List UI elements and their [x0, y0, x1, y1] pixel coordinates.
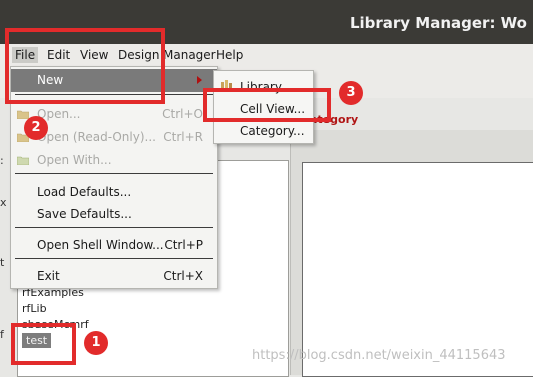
- folder-icon: [16, 108, 30, 120]
- left-stub-1: :: [0, 154, 4, 167]
- annotation-badge-2: 2: [24, 116, 48, 140]
- annotation-box-cell-view: [203, 88, 331, 122]
- menu-item-exit[interactable]: Exit Ctrl+X: [11, 265, 217, 287]
- submenu-item-category[interactable]: Category...: [240, 124, 305, 138]
- menu-manager[interactable]: Manager: [163, 48, 216, 62]
- menu-separator: [15, 258, 213, 259]
- category-list[interactable]: [302, 162, 533, 377]
- library-item[interactable]: rfLib: [22, 302, 47, 315]
- annotation-box-test: [11, 323, 76, 365]
- watermark: https://blog.csdn.net/weixin_44115643: [252, 348, 506, 363]
- menu-item-open-with[interactable]: Open With...: [11, 149, 217, 171]
- menu-separator: [15, 173, 213, 174]
- menu-item-open-shell[interactable]: Open Shell Window... Ctrl+P: [11, 234, 217, 256]
- left-stub-3: t: [0, 256, 5, 269]
- annotation-box-file-new: [5, 28, 165, 104]
- left-stub-4: f: [0, 328, 4, 341]
- menu-item-load-defaults[interactable]: Load Defaults...: [11, 181, 217, 203]
- menu-separator: [15, 227, 213, 228]
- menu-item-save-defaults[interactable]: Save Defaults...: [11, 203, 217, 225]
- folder-gear-icon: [16, 154, 30, 166]
- annotation-badge-3: 3: [339, 81, 363, 105]
- window-title: Library Manager: Wo: [349, 14, 527, 32]
- annotation-badge-1: 1: [84, 331, 108, 355]
- left-stub-2: x: [0, 196, 7, 209]
- menu-help[interactable]: Help: [216, 48, 243, 62]
- submenu-arrow-icon: [197, 76, 202, 84]
